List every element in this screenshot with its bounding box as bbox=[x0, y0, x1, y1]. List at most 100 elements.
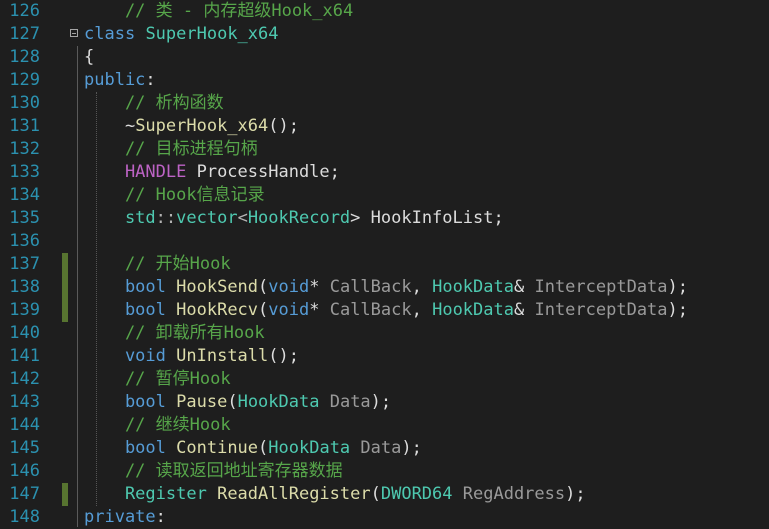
code-token: ( bbox=[258, 300, 269, 320]
code-text: // 类 - 内存超级Hook_x64 bbox=[84, 0, 353, 23]
code-text: // 目标进程句柄 bbox=[84, 138, 258, 161]
code-line[interactable]: 129 public: bbox=[0, 69, 769, 92]
code-token: ); bbox=[667, 300, 689, 320]
code-token: & bbox=[513, 277, 535, 297]
code-text: public: bbox=[84, 69, 156, 92]
code-token: ~ bbox=[84, 116, 136, 136]
line-number: 146 bbox=[9, 461, 40, 481]
line-number: 139 bbox=[9, 300, 40, 320]
code-token: // 开始Hook bbox=[84, 254, 231, 274]
code-line[interactable]: 147 Register ReadAllRegister(DWORD64 Reg… bbox=[0, 483, 769, 506]
code-token: Continue bbox=[176, 438, 259, 458]
line-number: 138 bbox=[9, 277, 40, 297]
code-token: (); bbox=[268, 346, 299, 366]
code-text: bool Pause(HookData Data); bbox=[84, 391, 391, 414]
code-token: HookSend bbox=[176, 277, 259, 297]
line-number: 144 bbox=[9, 415, 40, 435]
code-token: ); bbox=[401, 438, 422, 458]
line-number: 141 bbox=[9, 346, 40, 366]
code-line[interactable]: 142 // 暂停Hook bbox=[0, 368, 769, 391]
code-line[interactable]: 128 { bbox=[0, 46, 769, 69]
code-text: // 暂停Hook bbox=[84, 368, 231, 391]
code-text: private: bbox=[84, 506, 166, 529]
line-number: 127 bbox=[9, 24, 40, 44]
code-line[interactable]: 146 // 读取返回地址寄存器数据 bbox=[0, 460, 769, 483]
line-number: 130 bbox=[9, 93, 40, 113]
code-token: HookData bbox=[432, 300, 514, 320]
code-text: bool HookSend(void* CallBack, HookData& … bbox=[84, 276, 688, 299]
line-number: 133 bbox=[9, 162, 40, 182]
code-line[interactable]: 126 // 类 - 内存超级Hook_x64 bbox=[0, 0, 769, 23]
code-line[interactable]: 143 bool Pause(HookData Data); bbox=[0, 391, 769, 414]
code-token: > HookInfoList; bbox=[350, 208, 504, 228]
code-line[interactable]: 148 private: bbox=[0, 506, 769, 529]
collapse-icon[interactable] bbox=[70, 29, 78, 37]
line-number: 140 bbox=[9, 323, 40, 343]
code-line[interactable]: 133 HANDLE ProcessHandle; bbox=[0, 161, 769, 184]
line-number: 148 bbox=[9, 507, 40, 527]
code-text: // 继续Hook bbox=[84, 414, 231, 437]
code-line[interactable]: 135 std::vector<HookRecord> HookInfoList… bbox=[0, 207, 769, 230]
code-line[interactable]: 131 ~SuperHook_x64(); bbox=[0, 115, 769, 138]
line-number: 136 bbox=[9, 231, 40, 251]
code-token: ); bbox=[667, 277, 689, 297]
code-token: ReadAllRegister bbox=[217, 484, 371, 504]
code-token: < bbox=[237, 208, 248, 228]
code-token: CallBack bbox=[329, 277, 412, 297]
code-line[interactable]: 138 bool HookSend(void* CallBack, HookDa… bbox=[0, 276, 769, 299]
code-token: bool bbox=[84, 277, 166, 297]
code-token: void bbox=[84, 346, 166, 366]
code-token: private bbox=[84, 507, 156, 527]
code-token: :: bbox=[155, 208, 177, 228]
code-token: // 暂停Hook bbox=[84, 369, 231, 389]
code-token: class bbox=[84, 24, 136, 44]
code-line[interactable]: 132 // 目标进程句柄 bbox=[0, 138, 769, 161]
code-token: , bbox=[411, 300, 433, 320]
code-token: InterceptData bbox=[534, 300, 668, 320]
code-token: * bbox=[309, 300, 330, 320]
code-line[interactable]: 137 // 开始Hook bbox=[0, 253, 769, 276]
code-text: std::vector<HookRecord> HookInfoList; bbox=[84, 207, 504, 230]
code-line[interactable]: 141 void UnInstall(); bbox=[0, 345, 769, 368]
code-line[interactable]: 145 bool Continue(HookData Data); bbox=[0, 437, 769, 460]
code-line[interactable]: 136 bbox=[0, 230, 769, 253]
change-marker bbox=[62, 483, 68, 506]
code-token: // 卸载所有Hook bbox=[84, 323, 265, 343]
code-token: CallBack bbox=[329, 300, 412, 320]
code-editor[interactable]: 126 // 类 - 内存超级Hook_x64 127 class SuperHoo… bbox=[0, 0, 769, 527]
change-marker bbox=[62, 299, 68, 322]
code-token: bool bbox=[84, 300, 166, 320]
code-line[interactable]: 127 class SuperHook_x64 bbox=[0, 23, 769, 46]
code-token: : bbox=[145, 70, 156, 90]
code-line[interactable]: 134 // Hook信息记录 bbox=[0, 184, 769, 207]
code-token: & bbox=[513, 300, 535, 320]
code-token: Register bbox=[84, 484, 207, 504]
code-token: UnInstall bbox=[176, 346, 269, 366]
line-number: 128 bbox=[9, 47, 40, 67]
line-number: 137 bbox=[9, 254, 40, 274]
code-line[interactable]: 130 // 析构函数 bbox=[0, 92, 769, 115]
line-number: 143 bbox=[9, 392, 40, 412]
code-token: // Hook信息记录 bbox=[84, 185, 265, 205]
code-text: Register ReadAllRegister(DWORD64 RegAddr… bbox=[84, 483, 586, 506]
code-token: (); bbox=[268, 116, 299, 136]
code-token: ( bbox=[370, 484, 381, 504]
code-text: HANDLE ProcessHandle; bbox=[84, 161, 340, 184]
line-number: 135 bbox=[9, 208, 40, 228]
change-marker bbox=[62, 253, 68, 276]
code-text: class SuperHook_x64 bbox=[84, 23, 279, 46]
line-number: 132 bbox=[9, 139, 40, 159]
code-line[interactable]: 144 // 继续Hook bbox=[0, 414, 769, 437]
code-token: bool bbox=[84, 438, 166, 458]
code-token: RegAddress bbox=[462, 484, 566, 504]
code-line[interactable]: 140 // 卸载所有Hook bbox=[0, 322, 769, 345]
code-line[interactable]: 139 bool HookRecv(void* CallBack, HookDa… bbox=[0, 299, 769, 322]
code-token: Pause bbox=[176, 392, 228, 412]
line-number: 147 bbox=[9, 484, 40, 504]
code-text: void UnInstall(); bbox=[84, 345, 299, 368]
